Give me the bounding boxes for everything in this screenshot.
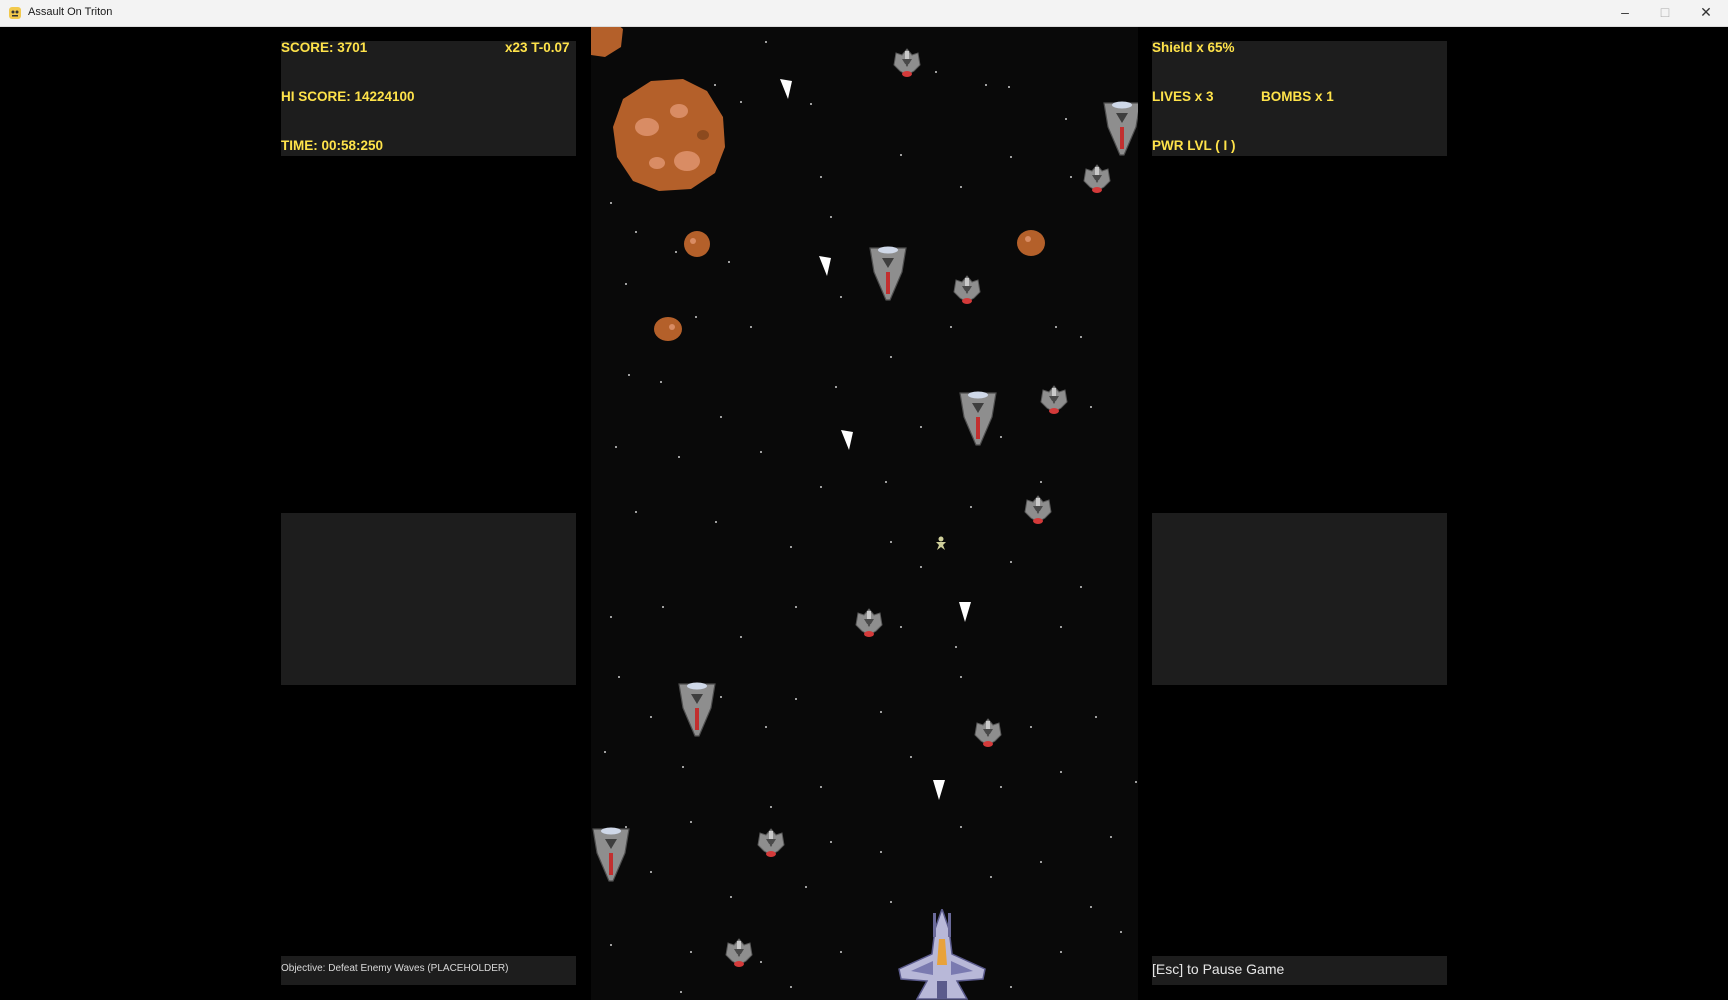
power-level-readout: PWR LVL ( I ) bbox=[1152, 138, 1236, 153]
enemy-fighter-small bbox=[855, 608, 883, 638]
minimize-icon[interactable]: – bbox=[1605, 0, 1645, 27]
enemy-bullet bbox=[819, 256, 831, 276]
asteroid-small bbox=[654, 317, 682, 341]
time-readout: TIME: 00:58:250 bbox=[281, 138, 384, 153]
enemy-gunship bbox=[678, 681, 716, 737]
enemy-gunship bbox=[869, 245, 907, 301]
enemy-gunship bbox=[959, 390, 997, 446]
multiplier-readout: x23 T-0.07 bbox=[505, 40, 570, 55]
enemy-fighter-small bbox=[1083, 164, 1111, 194]
lives-readout: LIVES x 3 bbox=[1152, 89, 1214, 104]
enemy-fighter-small bbox=[1040, 385, 1068, 415]
right-middle-panel bbox=[1152, 513, 1447, 685]
asteroid-large bbox=[613, 79, 725, 191]
maximize-icon[interactable]: □ bbox=[1645, 0, 1685, 27]
bombs-readout: BOMBS x 1 bbox=[1261, 89, 1334, 104]
asteroid-small bbox=[684, 231, 710, 257]
score-readout: SCORE: 3701 bbox=[281, 40, 368, 55]
enemy-fighter-small bbox=[953, 275, 981, 305]
enemy-fighter-small bbox=[725, 938, 753, 968]
pause-hint-text: [Esc] to Pause Game bbox=[1152, 961, 1285, 977]
enemy-bullet bbox=[841, 430, 853, 450]
enemy-fighter-small bbox=[1024, 495, 1052, 525]
objective-text: Objective: Defeat Enemy Waves (PLACEHOLD… bbox=[281, 963, 509, 974]
window-title: Assault On Triton bbox=[28, 6, 113, 18]
asteroid-partial bbox=[591, 27, 623, 57]
app-icon bbox=[9, 7, 21, 19]
powerup-pickup bbox=[936, 536, 946, 550]
close-icon[interactable]: ✕ bbox=[1686, 0, 1726, 27]
playfield[interactable] bbox=[591, 27, 1138, 1000]
enemy-fighter-small bbox=[757, 828, 785, 858]
enemy-gunship bbox=[592, 826, 630, 882]
game-stage[interactable]: SCORE: 3701 x23 T-0.07 HI SCORE: 1422410… bbox=[0, 27, 1728, 1000]
enemy-gunship bbox=[1103, 100, 1138, 156]
left-middle-panel bbox=[281, 513, 576, 685]
enemy-bullet bbox=[933, 780, 945, 800]
asteroid-small bbox=[1017, 230, 1045, 256]
window-titlebar[interactable]: Assault On Triton – □ ✕ bbox=[0, 0, 1728, 27]
enemy-fighter-small bbox=[974, 718, 1002, 748]
enemy-fighter-small bbox=[893, 48, 921, 78]
player-ship bbox=[898, 909, 986, 1000]
hi-score-readout: HI SCORE: 14224100 bbox=[281, 89, 415, 104]
shield-readout: Shield x 65% bbox=[1152, 40, 1235, 55]
enemy-bullet bbox=[959, 602, 971, 622]
enemy-bullet bbox=[780, 79, 792, 99]
